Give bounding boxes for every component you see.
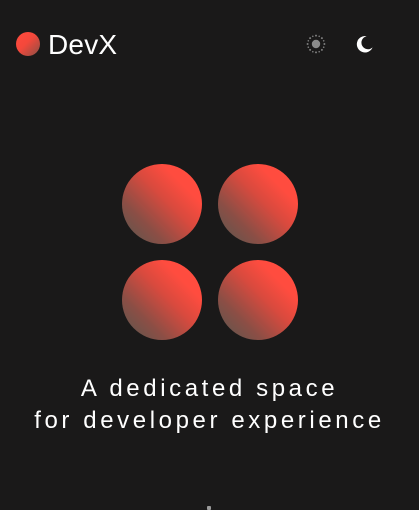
logo-icon[interactable]	[16, 32, 40, 56]
hero-tagline: A dedicated space for developer experien…	[0, 373, 419, 437]
hero-orb	[218, 260, 298, 340]
hero-orb-grid	[122, 164, 298, 340]
brand-name[interactable]: DevX	[48, 29, 117, 61]
hero-orb	[218, 164, 298, 244]
header: DevX	[0, 0, 419, 90]
hero-orb	[122, 164, 202, 244]
dark-theme-button[interactable]	[352, 32, 376, 56]
tagline-line-1: A dedicated space	[80, 375, 339, 402]
tagline-line-2: for developer experience	[34, 407, 385, 434]
sun-icon	[306, 34, 326, 54]
moon-icon	[356, 36, 373, 53]
light-theme-button[interactable]	[304, 32, 328, 56]
scroll-indicator	[207, 506, 211, 510]
hero-orb	[122, 260, 202, 340]
